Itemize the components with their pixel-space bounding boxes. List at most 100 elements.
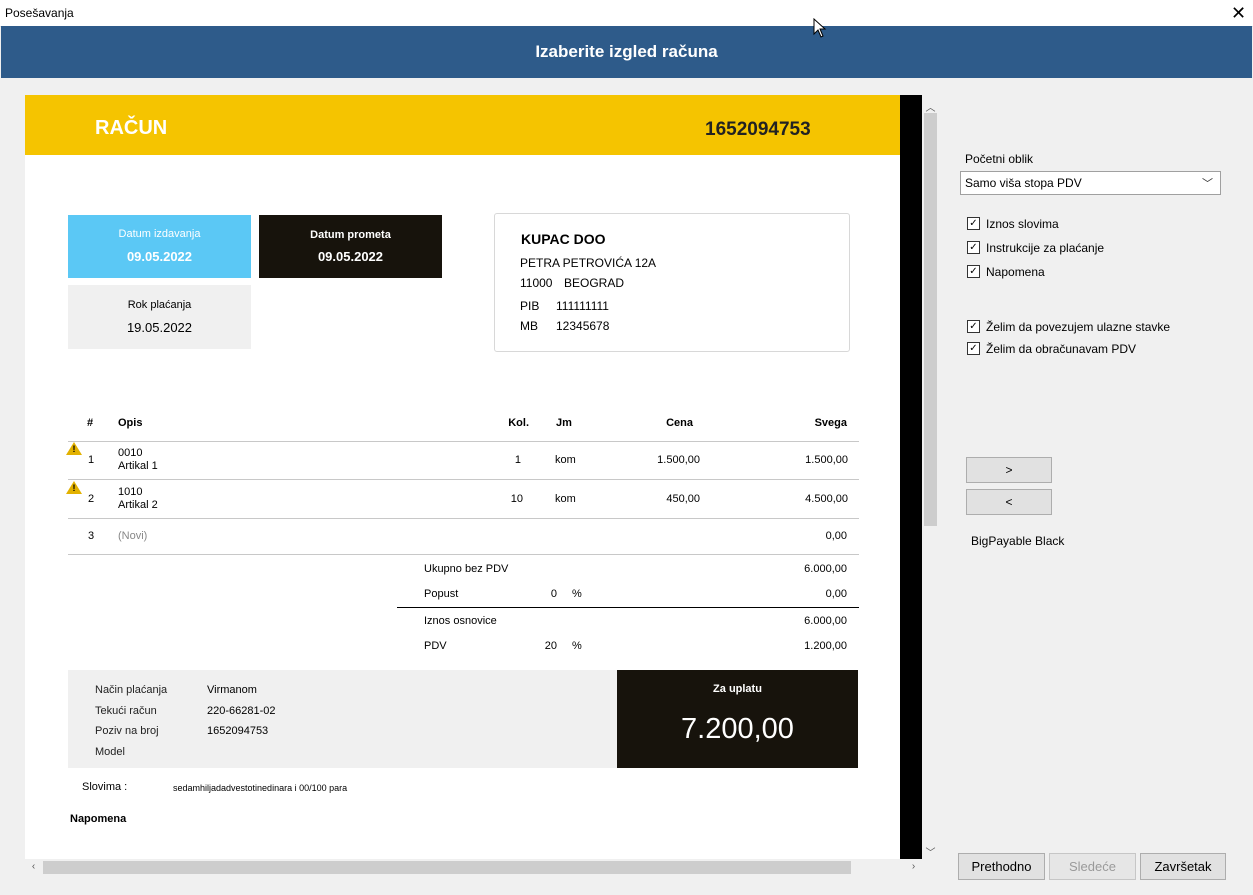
- note-label: Napomena: [70, 813, 127, 825]
- invoice-number: 1652094753: [705, 119, 811, 140]
- buyer-zip: 11000: [520, 276, 553, 290]
- row-divider: [68, 479, 859, 480]
- col-price-header: Cena: [666, 417, 693, 429]
- window-title: Posešavanja: [5, 6, 74, 20]
- row-divider: [68, 518, 859, 519]
- vat-pct: 20: [544, 640, 557, 652]
- scroll-right-icon[interactable]: ›: [905, 861, 922, 872]
- ref-value: 1652094753: [207, 725, 269, 737]
- vat-label: PDV: [424, 640, 447, 652]
- row-qty: 1: [514, 454, 521, 466]
- finish-button[interactable]: Završetak: [1140, 853, 1226, 880]
- row-name: Artikal 1: [118, 460, 158, 472]
- col-num-header: #: [87, 417, 94, 429]
- checkbox-label: Želim da obračunavam PDV: [986, 342, 1137, 356]
- col-unit-header: Jm: [556, 417, 572, 429]
- due-date: 19.05.2022: [126, 320, 193, 335]
- new-row-placeholder[interactable]: (Novi): [118, 530, 147, 542]
- checkbox-icon[interactable]: ✓: [967, 342, 980, 355]
- checkbox-label: Instrukcije za plaćanje: [986, 241, 1105, 255]
- row-divider: [68, 554, 859, 555]
- row-unit: kom: [555, 493, 576, 505]
- ref-label: Poziv na broj: [95, 725, 159, 737]
- invoice-heading: RAČUN: [95, 117, 168, 139]
- issue-date: 09.05.2022: [126, 249, 193, 264]
- scroll-down-icon[interactable]: ﹀: [922, 844, 939, 859]
- payment-method: Virmanom: [207, 684, 257, 696]
- payment-instructions: Način plaćanja Virmanom Tekući račun 220…: [68, 670, 618, 768]
- buyer-city: BEOGRAD: [564, 276, 625, 290]
- checkbox-icon[interactable]: ✓: [967, 241, 980, 254]
- scroll-up-icon[interactable]: ︿: [922, 99, 939, 114]
- table-divider: [68, 441, 859, 442]
- discount-pct-sign: %: [572, 588, 582, 600]
- next-template-button[interactable]: >: [966, 457, 1052, 483]
- checkbox-label: Napomena: [986, 265, 1045, 279]
- base-value: 6.000,00: [804, 615, 847, 627]
- next-button[interactable]: Sledeće: [1049, 853, 1136, 880]
- mb-label: MB: [520, 319, 538, 333]
- row-num: 2: [88, 493, 95, 505]
- checkbox-icon[interactable]: ✓: [967, 320, 980, 333]
- subtotal-value: 6.000,00: [804, 563, 847, 575]
- prev-template-button[interactable]: <: [966, 489, 1052, 515]
- warning-icon: !: [66, 481, 82, 495]
- to-pay-box: Za uplatu 7.200,00: [617, 670, 858, 768]
- scroll-left-icon[interactable]: ‹: [25, 861, 42, 872]
- payment-method-label: Način plaćanja: [95, 684, 168, 696]
- vat-pct-sign: %: [572, 640, 582, 652]
- buyer-street: PETRA PETROVIĆA 12A: [520, 256, 657, 270]
- warning-icon: !: [66, 442, 82, 456]
- base-label: Iznos osnovice: [424, 615, 497, 627]
- col-total-header: Svega: [814, 417, 847, 429]
- col-qty-header: Kol.: [508, 417, 529, 429]
- buyer-name: KUPAC DOO: [521, 231, 606, 247]
- turnover-date: 09.05.2022: [317, 249, 384, 264]
- discount-label: Popust: [424, 588, 459, 600]
- checkbox-label: Želim da povezujem ulazne stavke: [986, 320, 1171, 334]
- pib-value: 111111111: [556, 299, 609, 313]
- mb-value: 12345678: [556, 319, 610, 333]
- checkbox-icon[interactable]: ✓: [967, 265, 980, 278]
- row-price: 450,00: [666, 493, 700, 505]
- horizontal-scroll-thumb[interactable]: [43, 861, 851, 874]
- to-pay-amount: 7.200,00: [681, 713, 794, 745]
- vertical-scroll-thumb[interactable]: [924, 113, 937, 526]
- initial-layout-select[interactable]: Samo viša stopa PDV ﹀: [960, 171, 1221, 195]
- account-label: Tekući račun: [95, 705, 157, 717]
- new-row-num: 3: [88, 530, 95, 542]
- row-total: 4.500,00: [805, 493, 848, 505]
- due-date-box: Rok plaćanja 19.05.2022: [68, 285, 251, 349]
- due-date-label: Rok plaćanja: [127, 299, 192, 311]
- row-code: 0010: [118, 447, 143, 459]
- discount-value: 0,00: [825, 588, 847, 600]
- issue-date-label: Datum izdavanja: [118, 228, 201, 240]
- previous-button[interactable]: Prethodno: [958, 853, 1045, 880]
- pib-label: PIB: [520, 299, 540, 313]
- preview-edge: [900, 95, 922, 859]
- checkbox-icon[interactable]: ✓: [967, 217, 980, 230]
- dialog-header: Izaberite izgled računa: [1, 26, 1252, 78]
- mouse-cursor-icon: [813, 18, 827, 38]
- turnover-date-box: Datum prometa 09.05.2022: [259, 215, 442, 278]
- model-label: Model: [95, 746, 125, 758]
- close-icon[interactable]: ✕: [1224, 0, 1253, 26]
- invoice-banner: RAČUN 1652094753: [25, 95, 900, 155]
- invoice-preview: RAČUN 1652094753 Datum izdavanja 09.05.2…: [25, 95, 900, 859]
- words-label: Slovima :: [82, 781, 128, 793]
- row-unit: kom: [555, 454, 576, 466]
- row-name: Artikal 2: [118, 499, 158, 511]
- amount-in-words: sedamhiljadadvestotinedinara i 00/100 pa…: [173, 783, 348, 793]
- new-row-total: 0,00: [825, 530, 847, 542]
- col-desc-header: Opis: [118, 417, 143, 429]
- template-name: BigPayable Black: [971, 534, 1065, 548]
- initial-layout-value: Samo viša stopa PDV: [965, 176, 1082, 190]
- row-num: 1: [88, 454, 95, 466]
- row-code: 1010: [118, 486, 143, 498]
- row-total: 1.500,00: [805, 454, 848, 466]
- chevron-down-icon: ﹀: [1202, 178, 1213, 190]
- vat-value: 1.200,00: [804, 640, 847, 652]
- initial-layout-label: Početni oblik: [965, 152, 1034, 166]
- to-pay-label: Za uplatu: [713, 683, 762, 695]
- row-qty: 10: [510, 493, 523, 505]
